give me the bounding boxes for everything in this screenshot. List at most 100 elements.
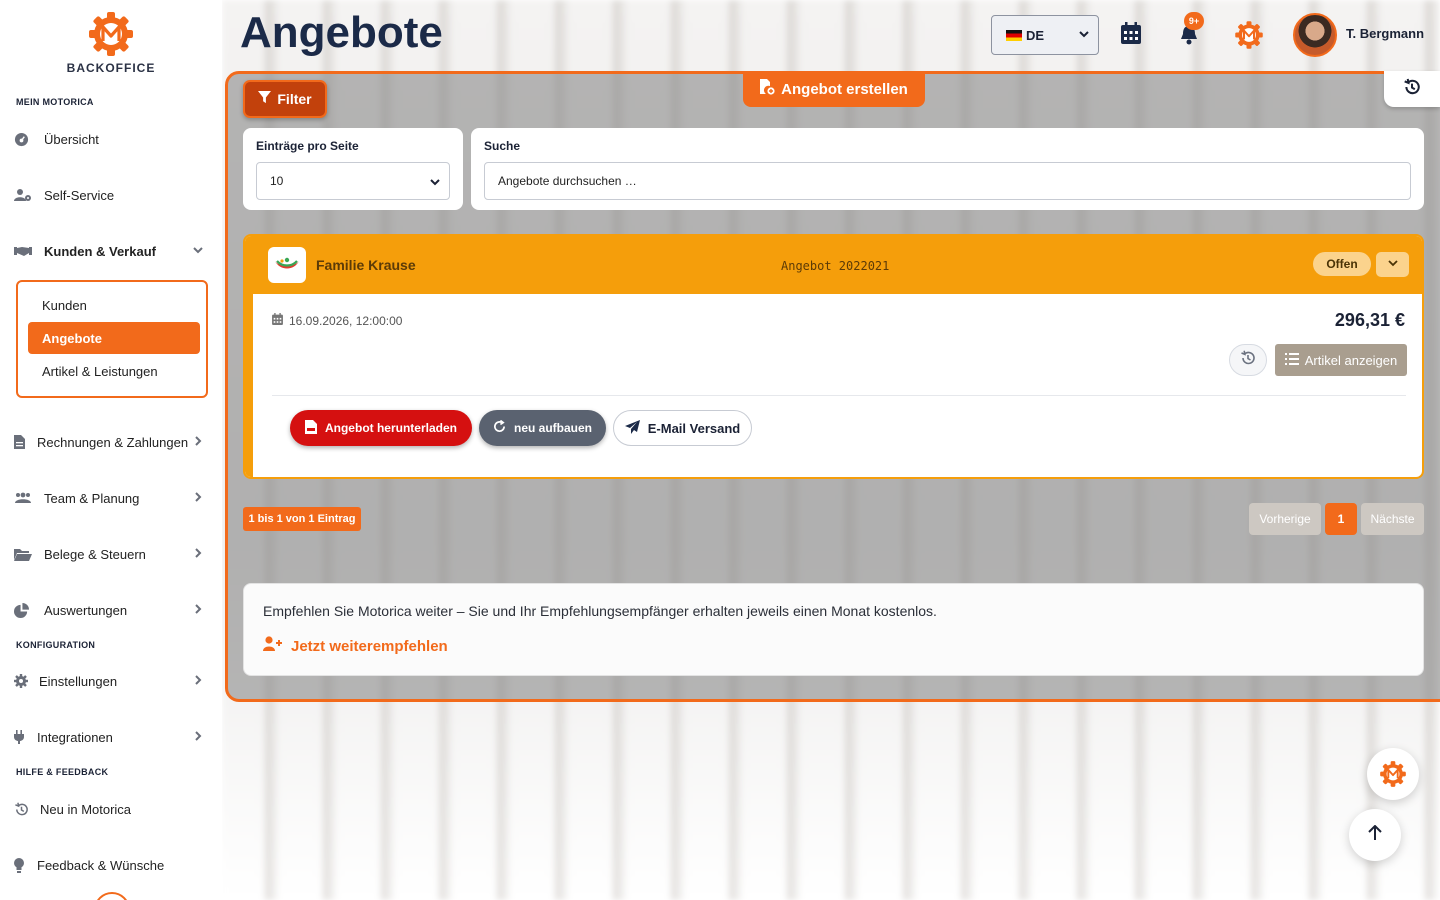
pagination-previous[interactable]: Vorherige (1249, 503, 1321, 535)
motorica-logo-icon (89, 12, 133, 56)
calendar-icon[interactable] (1121, 22, 1141, 49)
user-name[interactable]: T. Bergmann (1346, 26, 1424, 41)
list-icon (1284, 352, 1299, 368)
sidebar-item-label: Neu in Motorica (40, 801, 132, 817)
search-input[interactable]: Angebote durchsuchen … (484, 162, 1411, 200)
filter-button[interactable]: Filter (243, 80, 327, 118)
sidebar-item-label: Einstellungen (39, 673, 118, 689)
history-icon (1403, 78, 1421, 101)
download-offer-button[interactable]: Angebot herunterladen (290, 410, 472, 446)
motorica-gear-icon[interactable] (1234, 20, 1264, 55)
chevron-down-icon (1387, 256, 1399, 274)
create-offer-label: Angebot erstellen (781, 80, 908, 98)
sidebar-item-label: Belege & Steuern (44, 546, 146, 562)
sidebar-item-label: Rechnungen & Zahlungen (37, 434, 189, 450)
german-flag-icon (1006, 29, 1022, 41)
pagination-next[interactable]: Nächste (1361, 503, 1424, 535)
offer-card-accent (245, 294, 253, 477)
entry-count-info: 1 bis 1 von 1 Eintrag (243, 507, 361, 531)
sidebar-item-self-service[interactable]: Self-Service (14, 180, 210, 210)
handshake-icon (14, 243, 36, 259)
motorica-gear-icon (1380, 761, 1406, 787)
sidebar: BACKOFFICE MEIN MOTORICA Übersicht Self-… (0, 0, 222, 900)
sidebar-item-belege[interactable]: Belege & Steuern (14, 539, 210, 569)
sidebar-item-label: Kunden & Verkauf (44, 243, 156, 259)
sidebar-subitem-artikel[interactable]: Artikel & Leistungen (42, 364, 158, 379)
offer-card: Familie Krause Angebot 2022021 Offen 16.… (243, 234, 1424, 479)
offer-date: 16.09.2026, 12:00:00 (272, 313, 402, 328)
sidebar-item-uebersicht[interactable]: Übersicht (14, 124, 210, 154)
rebuild-label: neu aufbauen (513, 421, 592, 435)
motorica-assistant-button[interactable] (1367, 748, 1419, 800)
sidebar-item-integrationen[interactable]: Integrationen (14, 722, 210, 752)
recommend-text: Empfehlen Sie Motorica weiter – Sie und … (263, 603, 937, 619)
sidebar-subitem-angebote[interactable]: Angebote (28, 322, 200, 354)
collapse-button[interactable] (1376, 252, 1409, 277)
per-page-select[interactable]: 10 (256, 162, 450, 200)
sidebar-subitem-kunden[interactable]: Kunden (42, 298, 87, 313)
chevron-right-icon (192, 603, 204, 618)
status-badge: Offen (1313, 252, 1371, 276)
offer-history-button[interactable] (1229, 344, 1267, 376)
scroll-to-top-button[interactable] (1349, 809, 1401, 861)
arrow-up-icon (1368, 824, 1382, 846)
offer-card-header[interactable]: Familie Krause Angebot 2022021 Offen (245, 236, 1422, 294)
sidebar-item-feedback[interactable]: Feedback & Wünsche (14, 850, 210, 880)
download-offer-label: Angebot herunterladen (324, 421, 457, 435)
chevron-down-icon (429, 176, 441, 191)
gear-icon (14, 673, 31, 689)
plug-icon (14, 729, 29, 745)
sidebar-item-einstellungen[interactable]: Einstellungen (14, 666, 210, 696)
invoice-icon (14, 434, 29, 450)
filter-button-label: Filter (277, 91, 312, 107)
search-placeholder: Angebote durchsuchen … (498, 174, 637, 188)
sidebar-item-label: Self-Service (44, 187, 115, 203)
customer-name: Familie Krause (316, 257, 416, 273)
offer-number: Angebot 2022021 (781, 259, 890, 273)
history-icon (14, 801, 32, 817)
avatar[interactable] (1293, 13, 1337, 57)
lightbulb-icon (14, 857, 29, 873)
sidebar-item-rechnungen[interactable]: Rechnungen & Zahlungen (14, 427, 210, 457)
recommend-card: Empfehlen Sie Motorica weiter – Sie und … (243, 583, 1424, 676)
sidebar-item-label: Auswertungen (44, 602, 128, 618)
refresh-icon (493, 419, 506, 436)
email-send-button[interactable]: E-Mail Versand (613, 410, 752, 446)
sidebar-bottom-logo (94, 892, 130, 900)
rebuild-button[interactable]: neu aufbauen (479, 410, 606, 446)
pdf-file-icon (304, 419, 317, 437)
chevron-down-icon (1078, 28, 1090, 43)
sidebar-item-neu[interactable]: Neu in Motorica (14, 794, 210, 824)
create-offer-button[interactable]: Angebot erstellen (743, 71, 925, 107)
sidebar-item-auswertungen[interactable]: Auswertungen (14, 595, 210, 625)
folder-open-icon (14, 546, 36, 562)
email-send-label: E-Mail Versand (647, 420, 741, 436)
offer-date-value: 16.09.2026, 12:00:00 (289, 313, 403, 328)
pagination-page-1[interactable]: 1 (1325, 503, 1357, 535)
chevron-down-icon (192, 244, 204, 259)
search-label: Suche (484, 139, 521, 153)
history-tab-button[interactable] (1384, 71, 1440, 107)
sidebar-item-label: Übersicht (44, 131, 99, 147)
recommend-link[interactable]: Jetzt weiterempfehlen (263, 636, 448, 656)
brand-label: BACKOFFICE (66, 61, 156, 75)
sidebar-item-label: Team & Planung (44, 490, 140, 506)
sidebar-item-team[interactable]: Team & Planung (14, 483, 210, 513)
filter-icon (258, 91, 272, 107)
customer-logo (268, 247, 306, 283)
user-plus-icon (263, 636, 283, 656)
users-icon (14, 490, 36, 506)
file-plus-icon (760, 79, 775, 99)
chevron-right-icon (192, 435, 204, 450)
notification-badge: 9+ (1184, 12, 1204, 30)
show-articles-button[interactable]: Artikel anzeigen (1275, 344, 1407, 376)
chevron-right-icon (192, 491, 204, 506)
sidebar-item-label: Feedback & Wünsche (37, 857, 165, 873)
language-select[interactable]: DE (991, 15, 1099, 55)
search-card: Suche Angebote durchsuchen … (471, 128, 1424, 210)
dashboard-icon (14, 131, 36, 147)
brand-logo[interactable]: BACKOFFICE (0, 10, 222, 75)
language-value: DE (1026, 27, 1045, 43)
offer-price: 296,31 € (1334, 310, 1405, 330)
sidebar-item-kunden-verkauf[interactable]: Kunden & Verkauf (14, 236, 210, 266)
